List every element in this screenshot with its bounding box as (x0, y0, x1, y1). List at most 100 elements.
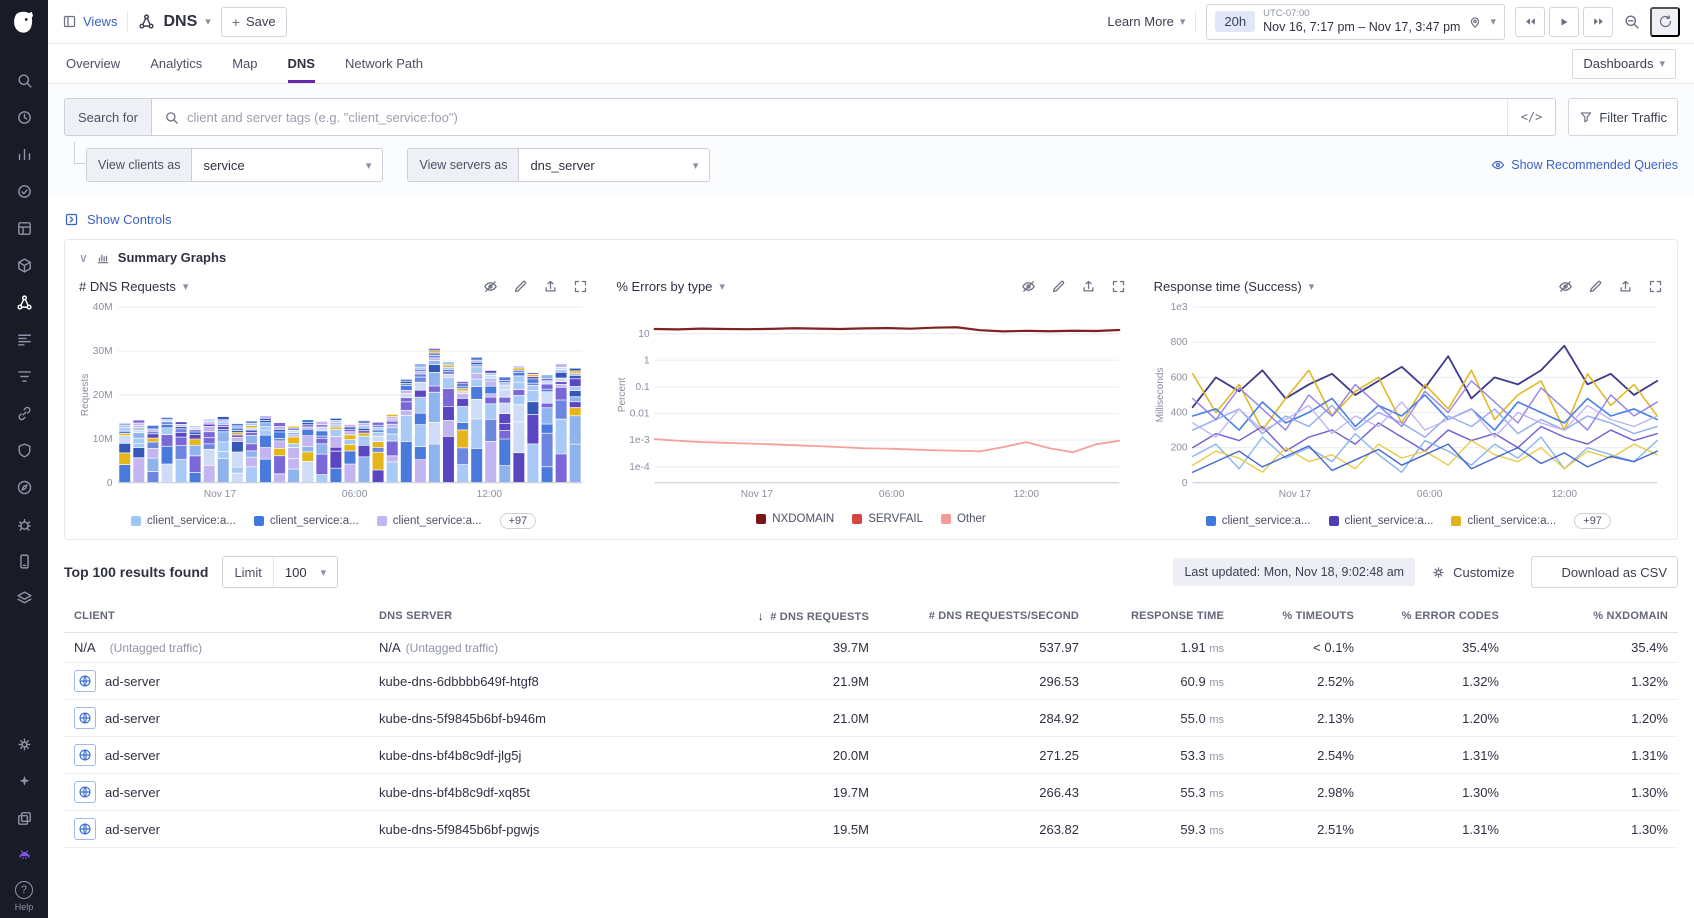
tab-dns[interactable]: DNS (288, 44, 315, 83)
column-header[interactable]: % NXDOMAIN (1509, 600, 1678, 633)
edit-icon[interactable] (1588, 279, 1603, 294)
legend-item[interactable]: SERVFAIL (852, 513, 923, 525)
sidebar-item-synthetics[interactable] (11, 475, 37, 499)
sidebar-item-infrastructure[interactable] (11, 253, 37, 277)
download-csv-button[interactable]: Download as CSV (1531, 556, 1679, 588)
pin-icon[interactable] (1468, 15, 1482, 29)
chart-title-dropdown-dns-requests[interactable]: # DNS Requests ▾ (79, 279, 188, 294)
learn-more-dropdown[interactable]: Learn More ▾ (1107, 14, 1185, 29)
hide-icon[interactable] (1021, 279, 1036, 294)
code-view-button[interactable]: </> (1507, 99, 1556, 135)
table-row[interactable]: ad-server kube-dns-bf4b8c9df-jlg5j 20.0M… (64, 737, 1678, 774)
chart-title-dropdown-response-time-success[interactable]: Response time (Success) ▾ (1154, 279, 1315, 294)
sidebar-item-service-map[interactable] (11, 401, 37, 425)
legend-item[interactable]: client_service:a... (131, 515, 236, 527)
sidebar-item-assistant[interactable] (11, 769, 37, 793)
legend-item[interactable]: client_service:a... (1451, 515, 1556, 527)
limit-select[interactable]: Limit 100 ▾ (222, 556, 338, 588)
client-name[interactable]: ad-server (105, 711, 160, 726)
legend-item[interactable]: client_service:a... (377, 515, 482, 527)
views-button[interactable]: Views (62, 14, 117, 29)
rewind-button[interactable] (1515, 7, 1545, 37)
table-row[interactable]: N/A(Untagged traffic) N/A(Untagged traff… (64, 633, 1678, 663)
dns-server-name[interactable]: kube-dns-5f9845b6bf-b946m (379, 711, 546, 726)
dns-server-name[interactable]: N/A (379, 640, 401, 655)
sidebar-item-rum[interactable] (11, 549, 37, 573)
hide-icon[interactable] (483, 279, 498, 294)
fullscreen-icon[interactable] (1648, 279, 1663, 294)
sidebar-item-security[interactable] (11, 438, 37, 462)
export-icon[interactable] (1081, 279, 1096, 294)
sidebar-item-organizations[interactable] (11, 806, 37, 830)
table-row[interactable]: ad-server kube-dns-6dbbbb649f-htgf8 21.9… (64, 663, 1678, 700)
client-name[interactable]: ad-server (105, 748, 160, 763)
sidebar-item-service-catalog[interactable] (11, 216, 37, 240)
export-icon[interactable] (543, 279, 558, 294)
dns-server-name[interactable]: kube-dns-6dbbbb649f-htgf8 (379, 674, 539, 689)
tab-overview[interactable]: Overview (66, 44, 120, 83)
legend-item[interactable]: client_service:a... (254, 515, 359, 527)
column-header[interactable]: ↓ # DNS REQUESTS (699, 600, 879, 633)
dns-server-name[interactable]: kube-dns-bf4b8c9df-xq85t (379, 785, 530, 800)
help-icon[interactable]: ? (15, 881, 33, 899)
table-row[interactable]: ad-server kube-dns-5f9845b6bf-b946m 21.0… (64, 700, 1678, 737)
page-title-dropdown[interactable]: DNS ▾ (138, 13, 210, 31)
view-servers-as-select[interactable]: View servers as dns_server ▾ (407, 148, 710, 182)
column-header[interactable]: RESPONSE TIME (1089, 600, 1234, 633)
view-clients-as-select[interactable]: View clients as service ▾ (86, 148, 383, 182)
sidebar-item-metrics[interactable] (11, 142, 37, 166)
dns-server-name[interactable]: kube-dns-5f9845b6bf-pgwjs (379, 822, 539, 837)
sidebar-item-traces[interactable] (11, 364, 37, 388)
filter-traffic-button[interactable]: Filter Traffic (1568, 98, 1678, 136)
hide-icon[interactable] (1558, 279, 1573, 294)
table-row[interactable]: ad-server kube-dns-bf4b8c9df-xq85t 19.7M… (64, 774, 1678, 811)
column-header[interactable]: % TIMEOUTS (1234, 600, 1364, 633)
sidebar-item-error-tracking[interactable] (11, 512, 37, 536)
fullscreen-icon[interactable] (573, 279, 588, 294)
tab-network-path[interactable]: Network Path (345, 44, 423, 83)
sidebar-item-network[interactable] (11, 290, 37, 314)
column-header[interactable]: CLIENT (64, 600, 369, 633)
dns-server-name[interactable]: kube-dns-bf4b8c9df-jlg5j (379, 748, 521, 763)
time-range-picker[interactable]: 20h UTC-07:00 Nov 16, 7:17 pm – Nov 17, … (1206, 4, 1505, 40)
sidebar-item-integrations[interactable] (11, 586, 37, 610)
tab-analytics[interactable]: Analytics (150, 44, 202, 83)
play-button[interactable] (1549, 7, 1579, 37)
legend-item[interactable]: Other (941, 513, 986, 525)
edit-icon[interactable] (513, 279, 528, 294)
client-name[interactable]: ad-server (105, 785, 160, 800)
summary-graphs-toggle[interactable]: ∨ Summary Graphs (79, 250, 1663, 265)
sidebar-item-search[interactable] (11, 68, 37, 92)
export-icon[interactable] (1618, 279, 1633, 294)
sidebar-item-monitors[interactable] (11, 179, 37, 203)
search-input[interactable] (187, 110, 1495, 125)
customize-button[interactable]: Customize (1431, 565, 1514, 580)
fast-forward-button[interactable] (1583, 7, 1613, 37)
legend-more-chip[interactable]: +97 (500, 513, 537, 529)
save-button[interactable]: + Save (221, 7, 287, 37)
chart-title-dropdown-errors-by-type[interactable]: % Errors by type ▾ (616, 279, 725, 294)
errors-by-type-plot[interactable]: 1010.10.011e-31e-4PercentNov 1706:0012:0… (616, 299, 1125, 507)
client-name[interactable]: ad-server (105, 822, 160, 837)
sort-desc-icon[interactable]: ↓ (758, 609, 764, 623)
fullscreen-icon[interactable] (1111, 279, 1126, 294)
column-header[interactable]: % ERROR CODES (1364, 600, 1509, 633)
legend-item[interactable]: client_service:a... (1329, 515, 1434, 527)
show-recommended-queries-link[interactable]: Show Recommended Queries (1491, 158, 1678, 172)
refresh-button[interactable] (1650, 7, 1680, 37)
column-header[interactable]: # DNS REQUESTS/SECOND (879, 600, 1089, 633)
tab-map[interactable]: Map (232, 44, 257, 83)
legend-item[interactable]: client_service:a... (1206, 515, 1311, 527)
client-name[interactable]: N/A (74, 640, 96, 655)
table-row[interactable]: ad-server kube-dns-5f9845b6bf-pgwjs 19.5… (64, 811, 1678, 848)
sidebar-item-processes[interactable] (11, 327, 37, 351)
edit-icon[interactable] (1051, 279, 1066, 294)
dns-requests-plot[interactable]: 010M20M30M40MRequestsNov 1706:0012:00 (79, 299, 588, 507)
response-time-success-plot[interactable]: 02004006008001e3MillisecondsNov 1706:001… (1154, 299, 1663, 507)
column-header[interactable]: DNS SERVER (369, 600, 699, 633)
show-controls-link[interactable]: Show Controls (64, 212, 172, 227)
legend-more-chip[interactable]: +97 (1574, 513, 1611, 529)
zoom-out-icon[interactable] (1623, 13, 1640, 30)
dashboards-dropdown[interactable]: Dashboards ▾ (1572, 49, 1676, 79)
datadog-logo[interactable] (9, 8, 39, 38)
